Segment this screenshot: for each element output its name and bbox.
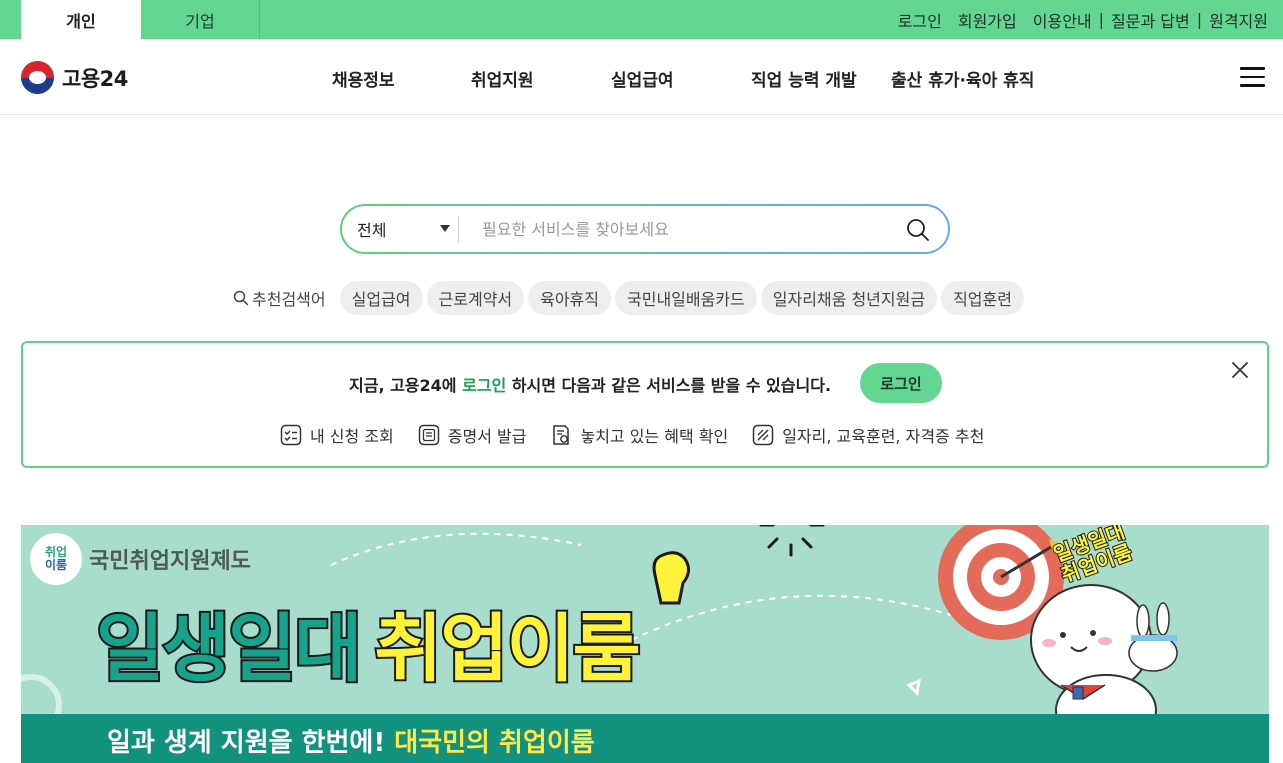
service-certificate[interactable]: 증명서 발급: [418, 423, 527, 447]
search-input[interactable]: [472, 212, 872, 246]
recommended-keywords: 추천검색어 실업급여 근로계약서 육아휴직 국민내일배움카드 일자리채움 청년지…: [233, 281, 1028, 315]
headline-part2: 취업이룸: [372, 604, 642, 694]
service-label: 놓치고 있는 혜택 확인: [580, 427, 729, 446]
keywords-label-text: 추천검색어: [252, 290, 326, 309]
tab-personal[interactable]: 개인: [21, 0, 141, 39]
promo-headline: 일생일대 취업이룸: [94, 589, 643, 696]
headline-part1: 일생일대: [94, 604, 364, 694]
guide-link[interactable]: 이용안내: [1033, 8, 1092, 32]
search-bar: 전체: [340, 204, 950, 254]
login-button[interactable]: 로그인: [860, 363, 942, 403]
login-msg-before: 지금, 고용24에: [349, 376, 463, 395]
site-logo[interactable]: 고용24: [21, 61, 128, 94]
caret-down-icon[interactable]: [440, 225, 450, 232]
certificate-icon: [418, 424, 440, 446]
login-prompt-message: 지금, 고용24에 로그인 하시면 다음과 같은 서비스를 받을 수 있습니다.: [349, 372, 831, 396]
login-link[interactable]: 로그인: [898, 8, 942, 32]
hamburger-menu-icon[interactable]: [1240, 67, 1265, 87]
signup-link[interactable]: 회원가입: [958, 8, 1017, 32]
remote-support-link[interactable]: 원격지원: [1209, 8, 1268, 32]
search-scope-value: 전체: [357, 221, 387, 240]
program-badge: 취업 이룸: [30, 533, 82, 585]
search-divider: [458, 216, 459, 243]
tab-corporate[interactable]: 기업: [141, 0, 260, 39]
nav-item-unemployment-benefit[interactable]: 실업급여: [611, 66, 674, 91]
login-msg-after: 하시면 다음과 같은 서비스를 받을 수 있습니다.: [506, 376, 832, 395]
service-missed-benefits[interactable]: 놓치고 있는 혜택 확인: [550, 423, 728, 447]
search-icon[interactable]: [906, 218, 930, 242]
qna-link[interactable]: 질문과 답변: [1111, 8, 1190, 32]
main-header: 고용24 채용정보 취업지원 실업급여 직업 능력 개발 출산 휴가·육아 휴직: [0, 39, 1283, 115]
login-prompt-banner: 지금, 고용24에 로그인 하시면 다음과 같은 서비스를 받을 수 있습니다.…: [21, 341, 1269, 468]
login-service-list: 내 신청 조회 증명서 발급 놓치고 있는 혜택 확인 일자리, 교육훈련, 자…: [280, 423, 1008, 447]
service-label: 일자리, 교육훈련, 자격증 추천: [782, 427, 985, 446]
recommended-keywords-label: 추천검색어: [233, 286, 326, 310]
keyword-chip[interactable]: 국민내일배움카드: [615, 281, 757, 315]
link-separator: |: [1196, 10, 1203, 29]
service-label: 내 신청 조회: [310, 427, 394, 446]
keyword-chip[interactable]: 실업급여: [339, 281, 423, 315]
document-search-icon: [553, 425, 570, 445]
promo-sub-part2: 대국민의 취업이룸: [394, 728, 595, 758]
checklist-icon: [280, 424, 302, 446]
search-scope-select[interactable]: 전체: [357, 206, 386, 252]
nav-item-parental-leave[interactable]: 출산 휴가·육아 휴직: [891, 66, 1034, 91]
service-label: 증명서 발급: [447, 427, 527, 446]
promo-sub-part1: 일과 생계 지원을 한번에!: [107, 728, 395, 758]
close-icon[interactable]: [1231, 361, 1249, 379]
login-inline-link[interactable]: 로그인: [462, 376, 506, 395]
promo-subtitle: 일과 생계 지원을 한번에! 대국민의 취업이룸: [107, 722, 595, 759]
nav-item-jobs[interactable]: 채용정보: [332, 66, 395, 91]
utility-links: 로그인 회원가입 이용안내 | 질문과 답변 | 원격지원: [898, 0, 1268, 39]
utility-bar: 개인 기업 로그인 회원가입 이용안내 | 질문과 답변 | 원격지원: [0, 0, 1283, 39]
program-name: 국민취업지원제도: [89, 549, 251, 574]
keyword-chip[interactable]: 근로계약서: [426, 281, 525, 315]
nav-item-employment-support[interactable]: 취업지원: [471, 66, 534, 91]
keyword-chip[interactable]: 일자리채움 청년지원금: [760, 281, 938, 315]
nav-item-skill-development[interactable]: 직업 능력 개발: [751, 66, 857, 91]
keyword-chip[interactable]: 직업훈련: [941, 281, 1024, 315]
taegeuk-logo-icon: [21, 61, 54, 94]
service-recommendations[interactable]: 일자리, 교육훈련, 자격증 추천: [752, 423, 984, 447]
link-separator: |: [1098, 10, 1105, 29]
keyword-chip[interactable]: 육아휴직: [528, 281, 611, 315]
badge-line2: 이룸: [44, 558, 68, 572]
recommend-icon: [752, 424, 774, 446]
magnifier-icon: [233, 290, 249, 306]
promo-banner[interactable]: 취업 이룸 국민취업지원제도 일생일대 취업이룸 일생일대 취업이룸 일과 생계 …: [21, 525, 1269, 763]
logo-text: 고용24: [62, 66, 128, 91]
service-my-applications[interactable]: 내 신청 조회: [280, 423, 394, 447]
